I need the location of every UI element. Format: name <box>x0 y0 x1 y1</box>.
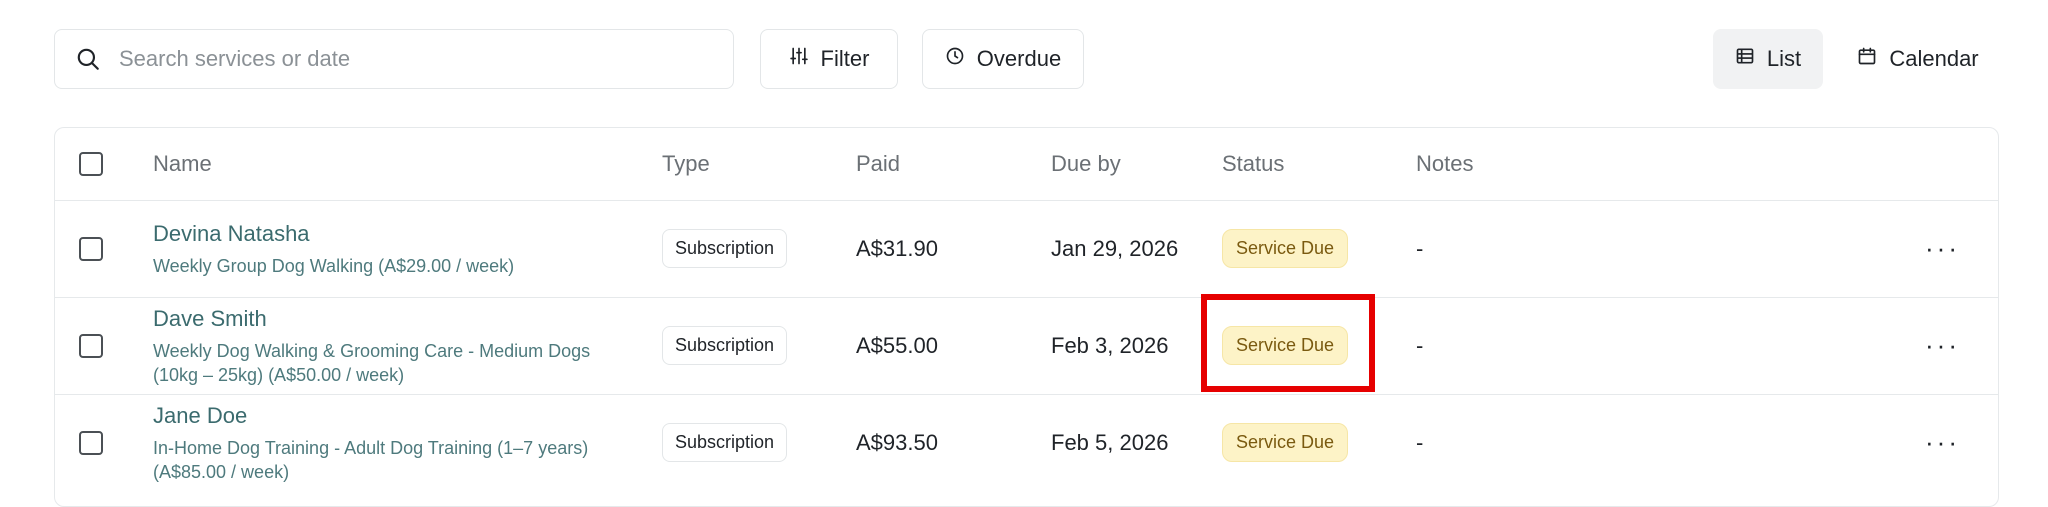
header-type[interactable]: Type <box>662 128 710 200</box>
more-icon[interactable]: ··· <box>1925 394 1960 491</box>
search-icon <box>73 44 103 74</box>
customer-name[interactable]: Devina Natasha <box>153 220 514 248</box>
row-checkbox[interactable] <box>79 236 103 261</box>
more-icon[interactable]: ··· <box>1925 297 1960 394</box>
notes-value: - <box>1416 235 1424 261</box>
status-badge: Service Due <box>1222 229 1349 268</box>
notes-value: - <box>1416 429 1424 455</box>
search-box[interactable] <box>54 29 734 89</box>
type-badge: Subscription <box>662 423 788 462</box>
service-description: Weekly Dog Walking & Grooming Care - Med… <box>153 340 591 385</box>
due-date: Feb 3, 2026 <box>1051 332 1169 358</box>
table-header: Name Type Paid Due by Status Notes <box>55 128 1998 201</box>
overdue-button[interactable]: Overdue <box>922 29 1084 89</box>
paid-amount: A$31.90 <box>856 235 938 261</box>
clock-icon <box>945 46 965 72</box>
more-icon[interactable]: ··· <box>1925 200 1960 297</box>
header-due-by[interactable]: Due by <box>1051 128 1121 200</box>
due-date: Feb 5, 2026 <box>1051 429 1169 455</box>
service-description: In-Home Dog Training - Adult Dog Trainin… <box>153 437 589 482</box>
list-icon <box>1735 46 1755 72</box>
toolbar: Filter Overdue List Calendar <box>0 0 2048 118</box>
services-table: Name Type Paid Due by Status Notes Devin… <box>54 127 1999 507</box>
row-checkbox[interactable] <box>79 430 103 455</box>
list-view-button[interactable]: List <box>1713 29 1823 89</box>
table-row[interactable]: Jane Doe In-Home Dog Training - Adult Do… <box>55 394 1998 491</box>
table-row[interactable]: Devina Natasha Weekly Group Dog Walking … <box>55 200 1998 298</box>
sliders-icon <box>789 46 809 72</box>
customer-name[interactable]: Jane Doe <box>153 402 593 430</box>
filter-button[interactable]: Filter <box>760 29 898 89</box>
status-badge: Service Due <box>1222 423 1349 462</box>
customer-name[interactable]: Dave Smith <box>153 305 593 333</box>
header-notes[interactable]: Notes <box>1416 128 1473 200</box>
select-all-checkbox[interactable] <box>79 152 103 176</box>
calendar-view-button[interactable]: Calendar <box>1838 29 1998 89</box>
header-status[interactable]: Status <box>1222 128 1284 200</box>
filter-label: Filter <box>820 46 870 71</box>
search-input[interactable] <box>117 45 681 73</box>
calendar-icon <box>1857 46 1877 72</box>
table-row[interactable]: Dave Smith Weekly Dog Walking & Grooming… <box>55 297 1998 395</box>
type-badge: Subscription <box>662 326 788 365</box>
paid-amount: A$55.00 <box>856 332 938 358</box>
highlight-box <box>1201 294 1375 392</box>
type-badge: Subscription <box>662 229 788 268</box>
service-description: Weekly Group Dog Walking (A$29.00 / week… <box>153 255 515 276</box>
row-checkbox[interactable] <box>79 333 103 358</box>
header-paid[interactable]: Paid <box>856 128 900 200</box>
notes-value: - <box>1416 332 1424 358</box>
list-label: List <box>1766 46 1802 71</box>
due-date: Jan 29, 2026 <box>1051 235 1179 261</box>
overdue-label: Overdue <box>976 46 1062 71</box>
header-name[interactable]: Name <box>153 128 212 200</box>
paid-amount: A$93.50 <box>856 429 938 455</box>
calendar-label: Calendar <box>1889 46 1979 71</box>
